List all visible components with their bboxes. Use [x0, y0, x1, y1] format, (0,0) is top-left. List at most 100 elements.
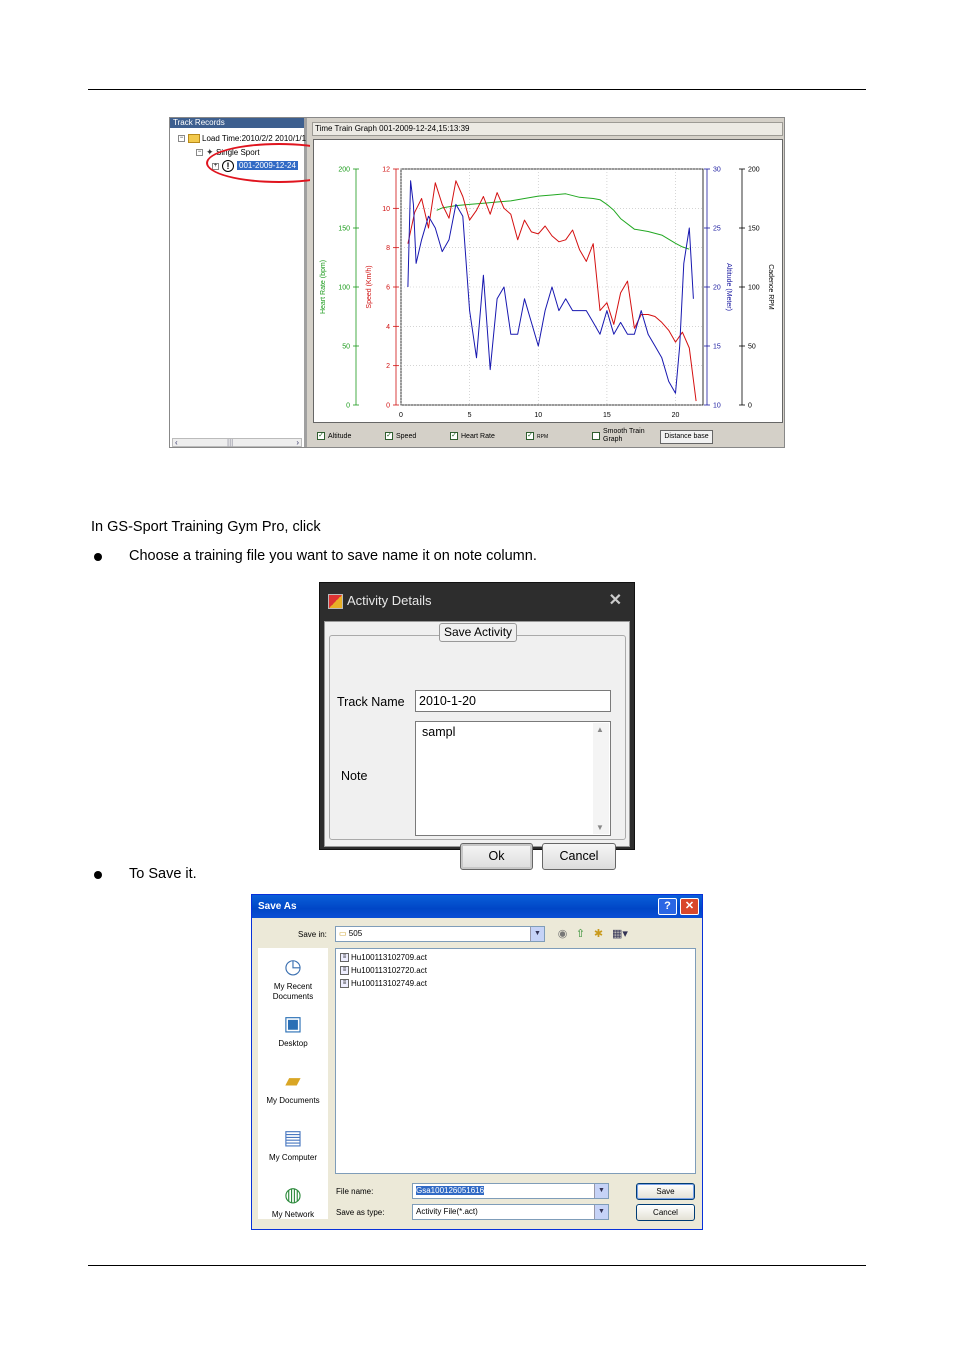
rpm-checkbox-label: RPM [537, 433, 549, 440]
altitude-tick-label: 25 [713, 226, 721, 233]
graph-panel: Time Train Graph 001-2009-12-24,15:13:39… [310, 118, 784, 447]
graph-frame: 05101520Time (Minute)050100150200Heart R… [313, 139, 783, 423]
file-icon: ≡ [340, 966, 349, 976]
scroll-right-icon[interactable]: › [296, 439, 299, 447]
speed-tick-label: 12 [382, 167, 390, 174]
app-icon [328, 594, 343, 609]
save-as-type-value: Activity File(*.act) [416, 1207, 478, 1216]
help-icon[interactable]: ? [658, 898, 677, 915]
file-name-value: Gsa100126051616 [416, 1186, 485, 1195]
track-name-input[interactable]: 2010-1-20 [415, 690, 611, 712]
speed-tick-label: 2 [386, 363, 390, 370]
place-my-recent-documents[interactable]: ◷ My Recent Documents [258, 954, 328, 1002]
heart_rate-tick-label: 0 [346, 403, 350, 410]
save-in-value: 505 [348, 929, 363, 938]
altitude-checkbox-label: Altitude [328, 432, 352, 440]
header-rule [88, 89, 866, 90]
place-my-network[interactable]: ◍ My Network [258, 1182, 328, 1220]
x-tick-label: 10 [534, 412, 542, 419]
bullet-1-text: Choose a training file you want to save … [129, 548, 537, 564]
new-folder-icon[interactable]: ✱ [592, 928, 605, 941]
chevron-down-icon[interactable]: ▼ [530, 927, 544, 941]
place-my-computer[interactable]: ▤ My Computer [258, 1125, 328, 1163]
smooth-graph-checkbox[interactable]: Smooth Train Graph [592, 428, 645, 444]
bullet-dot [94, 553, 102, 561]
heart_rate-tick-label: 150 [338, 226, 350, 233]
save-button[interactable]: Save [636, 1183, 695, 1200]
place-label: Desktop [278, 1039, 308, 1048]
note-scrollbar[interactable]: ▲ ▼ [593, 723, 609, 834]
my-documents-icon: ▰ [285, 1070, 301, 1092]
place-label: My Network [271, 1210, 315, 1219]
altitude-axis-title: Altitude (Meter) [725, 263, 732, 311]
ok-button[interactable]: Ok [460, 843, 533, 870]
save-in-dropdown[interactable]: ▭ 505 ▼ [335, 926, 545, 942]
track-name-label: Track Name [337, 695, 405, 709]
checkmark-icon: ✓ [526, 432, 534, 440]
heart_rate-tick-label: 200 [338, 167, 350, 174]
places-bar: ◷ My Recent Documents ▣ Desktop ▰ My Docume… [258, 948, 328, 1219]
save-as-type-label: Save as type: [336, 1208, 385, 1217]
activity-details-dialog: Activity Details ✕ Save Activity Track N… [319, 582, 635, 870]
cancel-button[interactable]: Cancel [542, 843, 616, 870]
recent-documents-icon: ◷ [284, 956, 302, 978]
file-list[interactable]: ≡ Hu100113102709.act ≡ Hu100113102720.act … [335, 948, 696, 1174]
place-my-documents[interactable]: ▰ My Documents [258, 1068, 328, 1106]
place-desktop[interactable]: ▣ Desktop [258, 1011, 328, 1049]
altitude-tick-label: 20 [713, 285, 721, 292]
scroll-up-icon[interactable]: ▲ [596, 725, 604, 734]
graph-title: Time Train Graph 001-2009-12-24,15:13:39 [312, 122, 783, 136]
save-in-label: Save in: [298, 930, 327, 939]
bullet-2-text: To Save it. [129, 866, 197, 882]
note-label: Note [341, 769, 368, 783]
bullet-dot [94, 871, 102, 879]
save-as-titlebar: Save As ? ✕ [252, 895, 702, 918]
heart_rate-tick-label: 100 [338, 285, 350, 292]
x-tick-label: 15 [603, 412, 611, 419]
distance-base-button[interactable]: Distance base [660, 430, 713, 444]
folder-icon: ▭ [339, 929, 347, 938]
altitude-tick-label: 15 [713, 344, 721, 351]
graph-controls: ✓ Altitude ✓ Speed ✓ Heart Rate ✓ RPM Smooth… [312, 426, 783, 446]
heart-rate-checkbox[interactable]: ✓ Heart Rate [450, 432, 495, 440]
file-name-input[interactable]: Gsa100126051616 ▼ [412, 1183, 609, 1199]
list-item[interactable]: ≡ Hu100113102749.act [340, 979, 427, 989]
save-as-type-dropdown[interactable]: Activity File(*.act) ▼ [412, 1204, 609, 1220]
activity-dialog-title: Activity Details [347, 593, 432, 608]
note-textarea[interactable]: sampl ▲ ▼ [415, 721, 611, 836]
list-item[interactable]: ≡ Hu100113102709.act [340, 953, 427, 963]
speed-tick-label: 6 [386, 285, 390, 292]
speed-checkbox-label: Speed [396, 432, 417, 440]
close-icon[interactable]: ✕ [609, 583, 622, 619]
place-label: My Recent Documents [272, 982, 314, 1001]
checkmark-icon: ✓ [450, 432, 458, 440]
view-menu-icon[interactable]: ▦▾ [610, 928, 630, 941]
rpm-checkbox[interactable]: ✓ RPM [526, 432, 548, 440]
close-icon[interactable]: ✕ [680, 898, 699, 915]
intro-paragraph: In GS-Sport Training Gym Pro, click [91, 519, 321, 535]
heart-rate-checkbox-label: Heart Rate [461, 432, 495, 440]
scroll-thumb-icon[interactable]: ||| [227, 439, 233, 447]
checkmark-icon: ✓ [385, 432, 393, 440]
back-icon[interactable]: ◉ [556, 928, 569, 941]
chevron-down-icon[interactable]: ▼ [594, 1184, 608, 1198]
file-name: Hu100113102720.act [351, 966, 427, 975]
cadence-tick-label: 200 [748, 167, 760, 174]
x-tick-label: 0 [399, 412, 403, 419]
my-computer-icon: ▤ [283, 1127, 303, 1149]
chevron-down-icon[interactable]: ▼ [594, 1205, 608, 1219]
scroll-left-icon[interactable]: ‹ [175, 439, 178, 447]
list-item[interactable]: ≡ Hu100113102720.act [340, 966, 427, 976]
collapse-icon[interactable]: − [178, 135, 185, 143]
file-icon: ≡ [340, 953, 349, 963]
speed-checkbox[interactable]: ✓ Speed [385, 432, 416, 440]
tree-horizontal-scrollbar[interactable]: ‹ ||| › [172, 438, 302, 447]
altitude-checkbox[interactable]: ✓ Altitude [317, 432, 351, 440]
file-name-label: File name: [336, 1187, 374, 1196]
up-folder-icon[interactable]: ⇧ [574, 928, 587, 941]
smooth-graph-line2: Graph [603, 436, 623, 443]
save-as-dialog: Save As ? ✕ Save in: ▭ 505 ▼ ◉ ⇧ ✱ ▦▾ ◷ M… [251, 894, 703, 1230]
cancel-button[interactable]: Cancel [636, 1204, 695, 1221]
scroll-down-icon[interactable]: ▼ [596, 823, 604, 832]
collapse-icon[interactable]: − [196, 149, 203, 157]
